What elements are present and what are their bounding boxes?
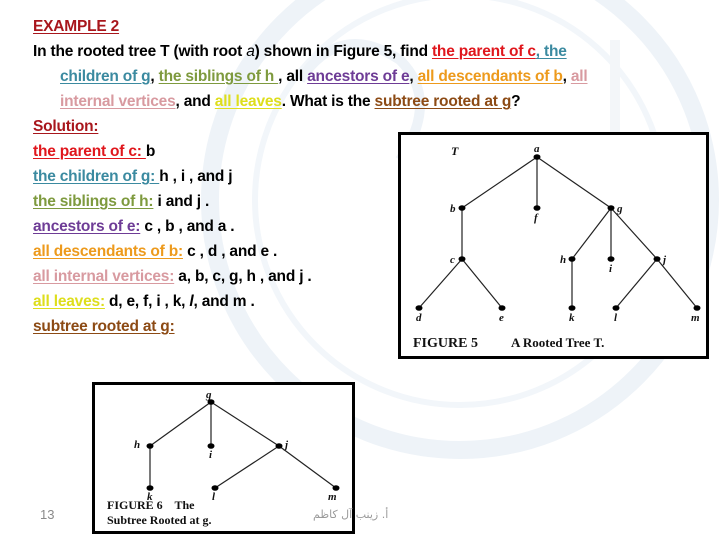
tree-edge-g-h bbox=[149, 401, 212, 447]
tree-node-label-b: b bbox=[450, 203, 456, 215]
tree-edge-a-g bbox=[536, 156, 612, 209]
question-internal: internal vertices bbox=[60, 93, 176, 110]
tree-edge-c-d bbox=[418, 258, 463, 309]
tree-node-label-k: k bbox=[569, 312, 575, 324]
page-number: 13 bbox=[40, 507, 55, 522]
tree-node-label-l: l bbox=[212, 491, 216, 503]
tree-node-label-m: m bbox=[328, 491, 337, 503]
question-descendants: all descendants of b bbox=[417, 68, 563, 85]
figure-6-caption-line-2: Subtree Rooted at g. bbox=[107, 513, 211, 527]
tree-node-label-d: d bbox=[416, 312, 422, 324]
question-leaves: all leaves bbox=[214, 93, 282, 110]
tree-node-m bbox=[693, 305, 701, 311]
tree-node-label-i: i bbox=[609, 263, 613, 275]
question-children: children of g bbox=[60, 68, 151, 85]
tree-node-label-h: h bbox=[560, 254, 566, 266]
tree-node-f bbox=[533, 205, 541, 211]
tree-node-label-h: h bbox=[134, 439, 140, 451]
tree-node-m bbox=[332, 485, 340, 491]
tree-node-d bbox=[415, 305, 423, 311]
tree-edge-j-l bbox=[615, 258, 658, 309]
question-line-2: children of g, the siblings of h , all a… bbox=[60, 68, 588, 85]
tree-node-label-g: g bbox=[616, 203, 623, 215]
tree-node-l bbox=[211, 485, 219, 491]
tree-edge-j-m bbox=[656, 258, 698, 309]
question-parent: the parent of c bbox=[431, 43, 536, 60]
tree-node-label-c: c bbox=[450, 254, 455, 266]
tree-diagram-figure-5: T FIGURE 5 A Rooted Tree T. abfgc hijd e k l… bbox=[413, 143, 701, 351]
tree-node-k bbox=[146, 485, 154, 491]
tree-node-j bbox=[275, 443, 283, 449]
figure-5-rooted-tree: T FIGURE 5 A Rooted Tree T. abfgchijdekl… bbox=[398, 132, 709, 359]
tree-node-label-k: k bbox=[147, 491, 153, 503]
tree-node-a bbox=[533, 154, 541, 160]
question-line-1: In the rooted tree T (with root a) shown… bbox=[33, 43, 567, 60]
tree-node-l bbox=[612, 305, 620, 311]
tree-node-h bbox=[146, 443, 154, 449]
tree-node-label-g: g bbox=[205, 389, 212, 401]
tree-node-label-a: a bbox=[534, 143, 540, 155]
tree-node-label-i: i bbox=[209, 449, 213, 461]
tree-node-i bbox=[607, 256, 615, 262]
tree-edge-j-m bbox=[278, 445, 337, 489]
tree-node-i bbox=[207, 443, 215, 449]
question-subtree: subtree rooted at g bbox=[374, 93, 512, 110]
question-line-3: internal vertices, and all leaves. What … bbox=[60, 93, 521, 110]
figure-5-caption-number: FIGURE 5 bbox=[413, 336, 478, 351]
question-ancestors: ancestors of e bbox=[307, 68, 410, 85]
author-name: أ. زينب آل كاظم bbox=[313, 508, 389, 521]
tree-label: T bbox=[451, 144, 459, 158]
tree-node-label-f: f bbox=[534, 212, 539, 224]
tree-node-b bbox=[458, 205, 466, 211]
tree-node-j bbox=[653, 256, 661, 262]
tree-node-g bbox=[607, 205, 615, 211]
tree-node-label-l: l bbox=[614, 312, 618, 324]
tree-edge-g-j bbox=[210, 401, 280, 447]
tree-edge-j-l bbox=[214, 445, 280, 489]
tree-edge-c-e bbox=[461, 258, 503, 309]
tree-node-e bbox=[498, 305, 506, 311]
example-title: EXAMPLE 2 bbox=[33, 18, 120, 35]
tree-edge-a-b bbox=[461, 156, 538, 209]
solution-label: Solution: bbox=[33, 118, 99, 135]
tree-node-label-m: m bbox=[691, 312, 700, 324]
tree-node-c bbox=[458, 256, 466, 262]
tree-node-k bbox=[568, 305, 576, 311]
question-siblings: the siblings of h bbox=[158, 68, 279, 85]
tree-edge-g-h bbox=[571, 207, 612, 260]
figure-5-caption-text: A Rooted Tree T. bbox=[511, 335, 604, 350]
tree-node-h bbox=[568, 256, 576, 262]
tree-edge-g-j bbox=[610, 207, 658, 260]
tree-node-label-e: e bbox=[499, 312, 504, 324]
